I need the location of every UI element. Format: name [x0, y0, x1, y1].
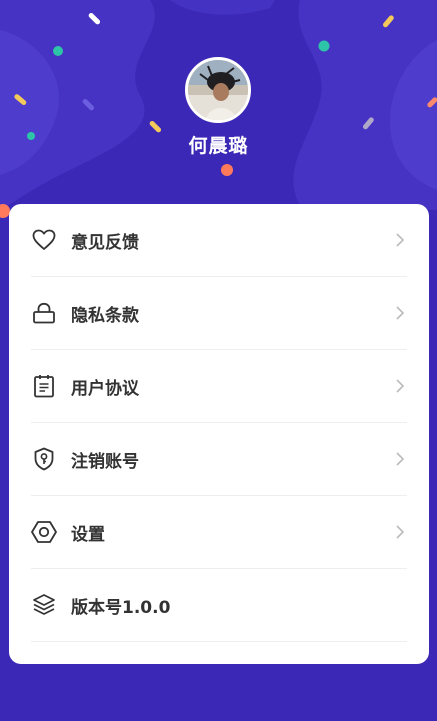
- shield-key-icon: [31, 446, 57, 472]
- menu-item-label: 注销账号: [71, 451, 139, 472]
- menu-item-label: 隐私条款: [71, 305, 139, 326]
- menu-item-label: 设置: [71, 524, 105, 545]
- menu-item-settings[interactable]: 设置: [31, 496, 407, 569]
- menu-item-cancel-account[interactable]: 注销账号: [31, 423, 407, 496]
- lock-icon: [31, 300, 57, 326]
- heart-icon: [31, 227, 57, 253]
- menu-item-privacy[interactable]: 隐私条款: [31, 277, 407, 350]
- chevron-right-icon: [393, 449, 407, 469]
- version-label: 版本号1.0.0: [71, 597, 171, 618]
- chevron-right-icon: [393, 522, 407, 542]
- menu-item-label: 用户协议: [71, 378, 139, 399]
- chevron-right-icon: [393, 303, 407, 323]
- username: 何晨璐: [188, 135, 249, 157]
- menu-item-label: 意见反馈: [71, 232, 139, 253]
- chevron-right-icon: [393, 376, 407, 396]
- menu-list: 意见反馈 隐私条款 用户协议 注销账号 设置 版本号1.0.0: [9, 204, 429, 642]
- layers-icon: [31, 592, 57, 618]
- menu-item-user-agreement[interactable]: 用户协议: [31, 350, 407, 423]
- avatar-photo: [188, 60, 248, 120]
- avatar[interactable]: [185, 57, 251, 123]
- chevron-right-icon: [393, 230, 407, 250]
- clipboard-icon: [31, 373, 57, 399]
- menu-item-feedback[interactable]: 意见反馈: [31, 204, 407, 277]
- hexagon-settings-icon: [31, 519, 57, 545]
- menu-card: 意见反馈 隐私条款 用户协议 注销账号 设置 版本号1.0.0: [9, 204, 429, 664]
- menu-item-version: 版本号1.0.0: [31, 569, 407, 642]
